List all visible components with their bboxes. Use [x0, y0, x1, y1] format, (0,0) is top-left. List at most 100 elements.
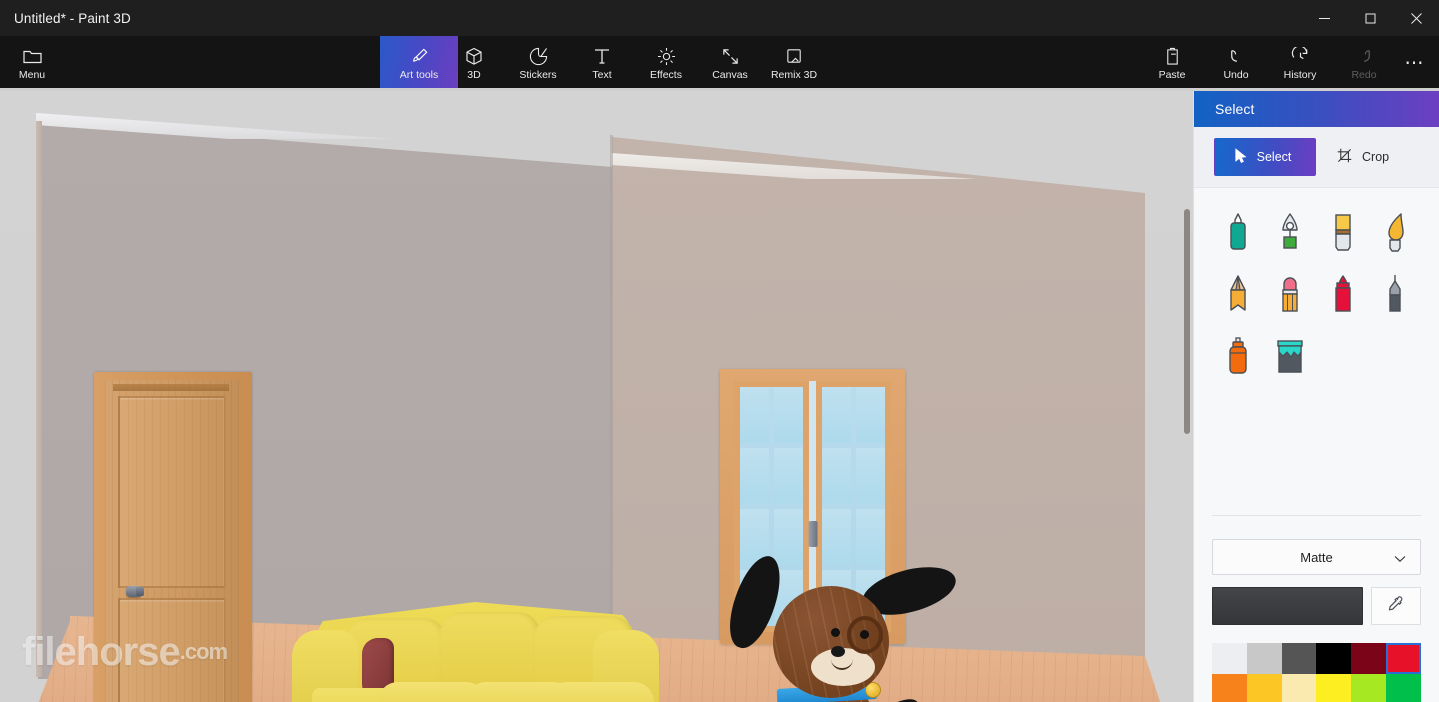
- window-title: Untitled* - Paint 3D: [14, 10, 131, 26]
- tab-canvas-label: Canvas: [712, 69, 748, 81]
- tool-pixel-pen[interactable]: [1371, 272, 1419, 322]
- spray-can-icon: [1224, 335, 1252, 384]
- crop-label: Crop: [1362, 150, 1390, 164]
- color-swatch[interactable]: [1386, 674, 1421, 702]
- tab-3d[interactable]: 3D: [443, 36, 505, 90]
- color-swatch[interactable]: [1316, 674, 1352, 702]
- door-knob: [126, 586, 144, 597]
- marker-icon: [1224, 211, 1252, 260]
- close-button[interactable]: [1393, 0, 1439, 36]
- sofa-3d-object[interactable]: [288, 596, 666, 702]
- color-swatch[interactable]: [1351, 674, 1387, 702]
- tool-fill[interactable]: [1266, 334, 1314, 384]
- menu-label: Menu: [18, 69, 46, 81]
- dog-nose: [831, 646, 845, 657]
- door-header-trim: [113, 384, 229, 391]
- three-d-scene: [0, 91, 1193, 702]
- dog-eye-right: [860, 630, 869, 639]
- color-row: [1212, 587, 1421, 625]
- tab-canvas[interactable]: Canvas: [699, 36, 761, 90]
- color-swatch[interactable]: [1246, 674, 1282, 702]
- minimize-button[interactable]: [1301, 0, 1347, 36]
- finish-value: Matte: [1300, 549, 1333, 565]
- window-pane: [822, 448, 851, 504]
- calligraphy-pen-icon: [1276, 211, 1304, 260]
- color-swatch[interactable]: [1212, 674, 1247, 702]
- tool-crayon[interactable]: [1319, 272, 1367, 322]
- tool-pencil[interactable]: [1214, 272, 1262, 322]
- color-swatch[interactable]: [1386, 643, 1421, 674]
- undo-label: Undo: [1223, 69, 1249, 81]
- wall-left-edge: [36, 121, 42, 677]
- menu-button[interactable]: Menu: [2, 36, 62, 90]
- tab-text[interactable]: Text: [571, 36, 633, 90]
- panel-header: Select: [1194, 91, 1439, 127]
- brush-icon: [410, 45, 429, 67]
- window-pane: [774, 387, 803, 443]
- tools-panel: Select Select Crop Matte: [1193, 91, 1439, 702]
- window-pane: [822, 387, 851, 443]
- tab-art-tools-label: Art tools: [399, 69, 439, 81]
- ribbon-toolbar: Menu Art tools 3D Stickers Text Effects …: [0, 36, 1439, 90]
- color-swatch[interactable]: [1316, 643, 1352, 674]
- tool-eraser[interactable]: [1266, 272, 1314, 322]
- dog-eye-left: [831, 628, 840, 637]
- dog-head: [773, 586, 889, 698]
- more-options-button[interactable]: ⋯: [1392, 36, 1436, 90]
- clipboard-icon: [1164, 45, 1181, 67]
- remix-icon: [785, 45, 804, 67]
- crayon-icon: [1329, 273, 1357, 322]
- color-swatch[interactable]: [1281, 674, 1317, 702]
- tool-spray-can[interactable]: [1214, 334, 1262, 384]
- tab-effects[interactable]: Effects: [635, 36, 697, 90]
- selection-mode-group: Select Crop: [1194, 127, 1439, 188]
- history-button[interactable]: History: [1269, 36, 1331, 90]
- tool-marker[interactable]: [1214, 210, 1262, 260]
- door-3d-object[interactable]: [94, 372, 252, 702]
- tab-effects-label: Effects: [650, 69, 682, 81]
- history-label: History: [1283, 69, 1317, 81]
- color-swatch[interactable]: [1246, 643, 1282, 674]
- pixel-pen-icon: [1381, 273, 1409, 322]
- eyedropper-button[interactable]: [1371, 587, 1421, 625]
- panel-divider: [1212, 515, 1421, 516]
- sticker-icon: [529, 45, 548, 67]
- door-slab: [105, 380, 239, 702]
- history-clock-icon: [1291, 45, 1310, 67]
- color-swatch[interactable]: [1212, 643, 1247, 674]
- tab-remix-3d[interactable]: Remix 3D: [755, 36, 833, 90]
- current-color-swatch[interactable]: [1212, 587, 1363, 625]
- tab-stickers[interactable]: Stickers: [507, 36, 569, 90]
- select-button[interactable]: Select: [1214, 138, 1316, 176]
- undo-arrow-icon: [1227, 45, 1246, 67]
- tool-calligraphy-pen[interactable]: [1266, 210, 1314, 260]
- dog-3d-object[interactable]: [720, 546, 961, 702]
- eyedropper-icon: [1387, 595, 1405, 618]
- finish-select[interactable]: Matte: [1212, 539, 1421, 575]
- undo-button[interactable]: Undo: [1205, 36, 1267, 90]
- tool-watercolor[interactable]: [1371, 210, 1419, 260]
- tab-stickers-label: Stickers: [519, 69, 557, 81]
- tab-remix-3d-label: Remix 3D: [770, 69, 818, 81]
- finish-row: Matte: [1212, 539, 1421, 575]
- ellipsis-icon: ⋯: [1404, 52, 1424, 74]
- select-label: Select: [1256, 150, 1292, 164]
- color-swatch[interactable]: [1351, 643, 1387, 674]
- color-swatch[interactable]: [1281, 643, 1317, 674]
- paint3d-window: Untitled* - Paint 3D Menu Art tools 3D S…: [0, 0, 1439, 702]
- maximize-button[interactable]: [1347, 0, 1393, 36]
- redo-label: Redo: [1351, 69, 1377, 81]
- canvas-area[interactable]: filehorse .com: [0, 91, 1193, 702]
- tool-oil-brush[interactable]: [1319, 210, 1367, 260]
- fill-bucket-icon: [1274, 335, 1306, 384]
- art-tools-grid: [1194, 188, 1439, 384]
- window-pane: [774, 448, 803, 504]
- scrollbar-thumb[interactable]: [1184, 209, 1190, 434]
- crop-button[interactable]: Crop: [1323, 138, 1408, 176]
- tab-3d-label: 3D: [467, 69, 481, 81]
- canvas-vertical-scrollbar[interactable]: [1183, 93, 1191, 698]
- paste-button[interactable]: Paste: [1141, 36, 1203, 90]
- window-pane: [740, 387, 769, 443]
- sofa-seat-cushion: [546, 682, 654, 702]
- redo-arrow-icon: [1355, 45, 1374, 67]
